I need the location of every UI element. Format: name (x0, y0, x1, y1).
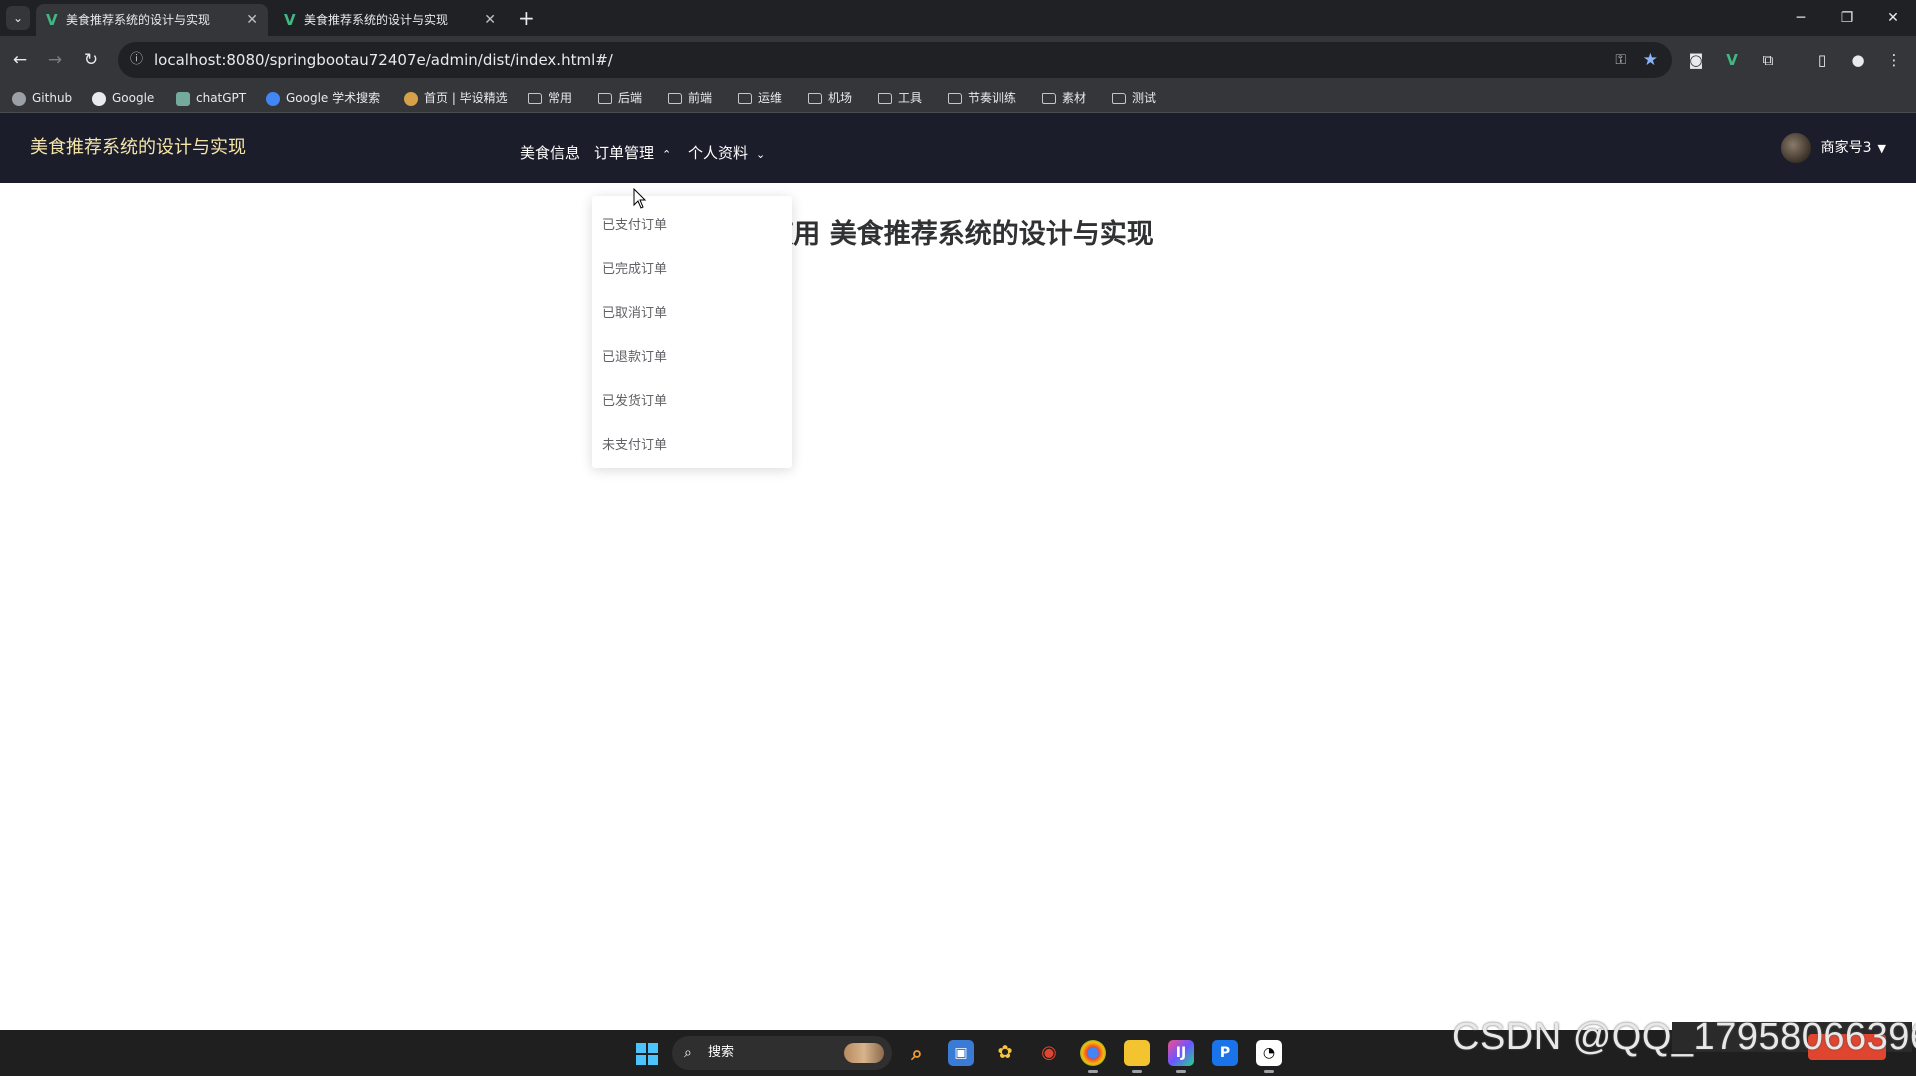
folder-icon (808, 93, 822, 104)
close-window-button[interactable]: ✕ (1870, 0, 1916, 36)
site-info-icon[interactable]: ⓘ (130, 42, 143, 78)
folder-icon (528, 93, 542, 104)
dropdown-item-paid-orders[interactable]: 已支付订单 (602, 204, 667, 248)
search-icon: ⌕ (684, 1045, 692, 1061)
chrome-app-icon[interactable] (1080, 1040, 1106, 1073)
folder-icon (1112, 93, 1126, 104)
bookmark-google[interactable]: Google (92, 84, 154, 112)
user-menu[interactable]: 商家号3 ▼ (1780, 113, 1886, 183)
folder-icon (738, 93, 752, 104)
mouse-cursor-icon (633, 188, 647, 209)
folder-icon (598, 93, 612, 104)
swirl-app-icon[interactable]: ◉ (1036, 1040, 1062, 1066)
dropdown-item-unpaid-orders[interactable]: 未支付订单 (602, 424, 667, 468)
bookmark-homepage[interactable]: 首页 | 毕设精选 (404, 84, 508, 112)
restore-button[interactable]: ❐ (1824, 0, 1870, 36)
scholar-icon (266, 91, 280, 106)
menu-order-management[interactable]: 订单管理 ⌃ (594, 113, 671, 195)
qq-app-icon[interactable]: ◔ (1256, 1040, 1282, 1073)
bookmark-folder-assets[interactable]: 素材 (1042, 84, 1086, 112)
password-key-icon[interactable]: ⚿ (1615, 42, 1626, 78)
search-highlight-image (844, 1043, 884, 1063)
tab-search-button[interactable]: ⌄ (6, 6, 30, 30)
everything-search-app-icon[interactable]: ⌕ (904, 1040, 930, 1066)
dropdown-item-cancelled-orders[interactable]: 已取消订单 (602, 292, 667, 336)
folder-icon (878, 93, 892, 104)
bookmark-folder-rhythm[interactable]: 节奏训练 (948, 84, 1016, 112)
extensions-puzzle-icon[interactable]: ⧉ (1756, 48, 1780, 72)
bookmark-folder-backend[interactable]: 后端 (598, 84, 642, 112)
forward-icon[interactable]: → (43, 48, 67, 72)
file-explorer-app-icon[interactable] (1124, 1040, 1150, 1073)
windows-start-icon[interactable] (636, 1043, 658, 1065)
browser-tab-bar: ⌄ V 美食推荐系统的设计与实现 ✕ V 美食推荐系统的设计与实现 ✕ + ─ … (0, 0, 1916, 36)
side-panel-icon[interactable]: ▯ (1810, 48, 1834, 72)
browser-toolbar: ← → ↻ ⓘ localhost:8080/springbootau72407… (0, 36, 1916, 84)
browser-tab-2[interactable]: V 美食推荐系统的设计与实现 ✕ (274, 4, 506, 36)
profile-avatar-icon[interactable]: ● (1846, 48, 1870, 72)
vue-devtools-icon[interactable]: V (1720, 48, 1744, 72)
dropdown-item-shipped-orders[interactable]: 已发货订单 (602, 380, 667, 424)
csdn-watermark: CSDN @QQ_17958066396 (1452, 1016, 1916, 1058)
bookmark-folder-frontend[interactable]: 前端 (668, 84, 712, 112)
more-menu-icon[interactable]: ⋮ (1882, 48, 1906, 72)
url-text: localhost:8080/springbootau72407e/admin/… (154, 51, 613, 69)
bookmark-chatgpt[interactable]: chatGPT (176, 84, 246, 112)
close-icon[interactable]: ✕ (484, 4, 496, 36)
folder-icon (668, 93, 682, 104)
google-icon (92, 91, 106, 106)
github-icon (12, 91, 26, 106)
address-bar[interactable]: ⓘ localhost:8080/springbootau72407e/admi… (118, 42, 1672, 78)
app-header: 美食推荐系统的设计与实现 美食信息 订单管理 ⌃ 个人资料 ⌄ 商家号3 ▼ (0, 113, 1916, 183)
vue-favicon-icon: V (284, 11, 296, 29)
app-title: 美食推荐系统的设计与实现 (30, 137, 246, 158)
homepage-icon (404, 91, 418, 106)
vue-favicon-icon: V (46, 11, 58, 29)
taskbar-search[interactable]: ⌕ 搜索 (672, 1036, 892, 1070)
close-icon[interactable]: ✕ (246, 4, 258, 36)
bookmark-github[interactable]: Github (12, 84, 72, 112)
user-name: 商家号3 (1820, 140, 1872, 156)
folder-icon (1042, 93, 1056, 104)
bookmark-google-scholar[interactable]: Google 学术搜索 (266, 84, 380, 112)
bookmark-folder-test[interactable]: 测试 (1112, 84, 1156, 112)
avatar (1780, 133, 1811, 163)
dropdown-item-completed-orders[interactable]: 已完成订单 (602, 248, 667, 292)
order-dropdown-menu: 已支付订单 已完成订单 已取消订单 已退款订单 已发货订单 未支付订单 (592, 196, 792, 468)
chatgpt-icon (176, 91, 190, 106)
intellij-app-icon[interactable]: IJ (1168, 1040, 1194, 1073)
tab-title: 美食推荐系统的设计与实现 (304, 13, 449, 27)
bookmark-folder-common[interactable]: 常用 (528, 84, 572, 112)
p-app-icon[interactable]: P (1212, 1040, 1238, 1066)
bookmarks-bar: Github Google chatGPT Google 学术搜索 首页 | 毕… (0, 84, 1916, 113)
bookmark-star-icon[interactable]: ★ (1643, 42, 1658, 78)
chevron-down-icon: ⌄ (756, 148, 766, 161)
welcome-system-name: 美食推荐系统的设计与实现 (829, 219, 1154, 250)
reload-icon[interactable]: ↻ (79, 48, 103, 72)
bookmark-folder-tools[interactable]: 工具 (878, 84, 922, 112)
browser-tab-1[interactable]: V 美食推荐系统的设计与实现 ✕ (36, 4, 268, 36)
menu-profile[interactable]: 个人资料 ⌄ (688, 113, 765, 195)
menu-food-info[interactable]: 美食信息 (520, 113, 580, 193)
dropdown-item-refunded-orders[interactable]: 已退款订单 (602, 336, 667, 380)
caret-down-icon: ▼ (1877, 142, 1886, 155)
minimize-button[interactable]: ─ (1778, 0, 1824, 36)
remote-desktop-app-icon[interactable]: ▣ (948, 1040, 974, 1066)
extension-incognito-icon[interactable]: ◙ (1684, 48, 1708, 72)
bookmark-folder-ops[interactable]: 运维 (738, 84, 782, 112)
folder-icon (948, 93, 962, 104)
pet-app-icon[interactable]: ✿ (992, 1040, 1018, 1066)
new-tab-button[interactable]: + (518, 6, 535, 30)
bookmark-folder-airport[interactable]: 机场 (808, 84, 852, 112)
tab-title: 美食推荐系统的设计与实现 (66, 13, 211, 27)
back-icon[interactable]: ← (8, 48, 32, 72)
chevron-up-icon: ⌃ (662, 148, 672, 161)
